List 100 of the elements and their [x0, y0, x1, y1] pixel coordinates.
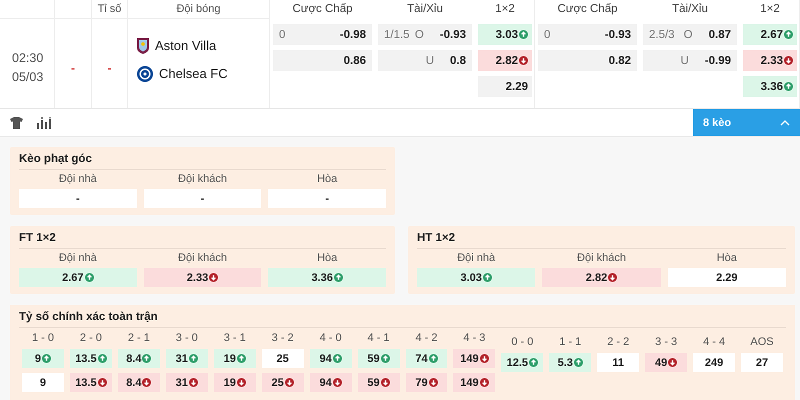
odds-cell[interactable]: 49: [645, 353, 688, 372]
odds-cell[interactable]: 3.36: [268, 268, 386, 287]
arrow-up-icon: [42, 354, 52, 363]
odds-cell[interactable]: 0 -0.93: [538, 24, 637, 45]
team-name: Chelsea FC: [159, 66, 228, 81]
arrow-up-icon: [574, 358, 583, 367]
odds-cell[interactable]: 31: [166, 349, 208, 368]
odds-cell[interactable]: 5.3: [549, 353, 592, 372]
arrow-down-icon: [209, 273, 218, 282]
odds-value: 0.82: [608, 54, 631, 66]
panel-title: Kèo phạt góc: [19, 153, 386, 170]
odds-value: 59: [367, 352, 380, 364]
arrow-up-icon: [84, 273, 94, 282]
odds-cell[interactable]: 2.82: [542, 268, 661, 287]
arrow-down-icon: [784, 56, 793, 65]
odds-cell[interactable]: 94: [310, 373, 352, 392]
odds-cell[interactable]: 8.4: [118, 349, 160, 368]
odds-cell[interactable]: 3.36: [743, 76, 797, 97]
arrow-down-icon: [519, 56, 528, 65]
odds-value: 2.33: [186, 272, 208, 284]
handicap-line: 0: [279, 28, 286, 40]
odds-cell[interactable]: 25: [262, 349, 304, 368]
odds-cell[interactable]: 1/1.5 O -0.93: [378, 24, 472, 45]
crest-icon: [137, 38, 149, 54]
odds-value: 31: [176, 376, 188, 388]
odds-value: 249: [704, 356, 724, 368]
arrow-down-icon: [142, 378, 152, 387]
odds-value: 49: [655, 356, 668, 368]
odds-cell[interactable]: 8.4: [118, 373, 160, 392]
odds-value: -0.93: [440, 28, 466, 40]
odds-cell[interactable]: 2.67: [19, 268, 137, 287]
odds-cell[interactable]: 2.67: [743, 24, 797, 45]
bar-chart-icon[interactable]: [37, 116, 52, 128]
odds-value: 5.3: [558, 356, 573, 368]
odds-value: 25: [276, 352, 289, 364]
odds-value: 0.86: [344, 54, 366, 66]
odds-cell[interactable]: 2.29: [668, 268, 786, 287]
odds-cell[interactable]: 2.82: [478, 50, 532, 71]
score-label: 2 - 1: [126, 332, 151, 344]
odds-cell[interactable]: U -0.99: [643, 50, 737, 71]
shirt-icon[interactable]: [10, 116, 23, 128]
over-under-side: O: [414, 28, 424, 40]
odds-cell[interactable]: 59: [358, 373, 400, 392]
odds-cell[interactable]: 149: [453, 349, 496, 368]
odds-value: 94: [319, 376, 332, 388]
match-date: 05/03: [12, 68, 44, 86]
odds-value: 19: [224, 352, 236, 364]
column-header: Cược Chấp: [556, 3, 618, 15]
odds-cell[interactable]: 12.5: [501, 353, 544, 372]
odds-cell[interactable]: -: [268, 189, 386, 208]
odds-cell[interactable]: 0.82: [538, 50, 637, 71]
odds-cell[interactable]: 0 -0.98: [273, 24, 372, 45]
arrow-down-icon: [98, 378, 107, 387]
odds-cell[interactable]: 9: [22, 349, 64, 368]
arrow-down-icon: [428, 378, 438, 387]
odds-value: -: [200, 192, 204, 204]
arrow-down-icon: [188, 378, 198, 387]
odds-value: 59: [367, 376, 380, 388]
arrow-up-icon: [380, 354, 390, 363]
odds-value: 11: [612, 356, 624, 368]
score-label: 2 - 0: [78, 332, 103, 344]
odds-cell[interactable]: 2.33: [144, 268, 262, 287]
score-label: 4 - 2: [414, 332, 438, 344]
odds-value: 3.36: [311, 272, 333, 284]
odds-cell[interactable]: 3.03: [417, 268, 536, 287]
odds-cell[interactable]: 2.33: [743, 50, 797, 71]
column-header: Đội bóng: [176, 4, 221, 14]
odds-cell[interactable]: 2.29: [478, 76, 532, 97]
odds-cell[interactable]: 19: [214, 373, 256, 392]
odds-cell[interactable]: U 0.8: [378, 50, 472, 71]
odds-value: 94: [319, 352, 332, 364]
odds-value: 149: [460, 376, 479, 388]
chevron-icon: [780, 120, 790, 126]
odds-cell[interactable]: 13.5: [70, 349, 112, 368]
odds-cell[interactable]: 9: [22, 373, 64, 392]
odds-cell[interactable]: 79: [406, 373, 448, 392]
odds-cell[interactable]: 3.03: [478, 24, 532, 45]
odds-cell[interactable]: 25: [262, 373, 304, 392]
odds-value: 9: [34, 352, 42, 364]
odds-cell[interactable]: 11: [597, 353, 640, 372]
odds-cell[interactable]: 27: [741, 353, 783, 372]
outcome-label: Đội khách: [177, 252, 228, 264]
odds-cell[interactable]: 2.5/3 O 0.87: [643, 24, 737, 45]
odds-cell[interactable]: -: [144, 189, 262, 208]
odds-cell[interactable]: 13.5: [70, 373, 112, 392]
odds-cell[interactable]: 0.86: [273, 50, 372, 71]
arrow-up-icon: [142, 354, 152, 363]
odds-cell[interactable]: 59: [358, 349, 400, 368]
arrow-up-icon: [784, 82, 793, 91]
odds-cell[interactable]: 149: [453, 373, 496, 392]
arrow-up-icon: [188, 354, 198, 363]
odds-cell[interactable]: 19: [214, 349, 256, 368]
odds-cell[interactable]: 94: [310, 349, 352, 368]
team-name: Aston Villa: [155, 38, 216, 53]
odds-cell[interactable]: 74: [406, 349, 448, 368]
odds-cell[interactable]: 31: [166, 373, 208, 392]
arrow-down-icon: [380, 378, 390, 387]
odds-cell[interactable]: 249: [693, 353, 736, 372]
odds-cell[interactable]: -: [19, 189, 137, 208]
odds-value: 3.03: [460, 272, 482, 284]
